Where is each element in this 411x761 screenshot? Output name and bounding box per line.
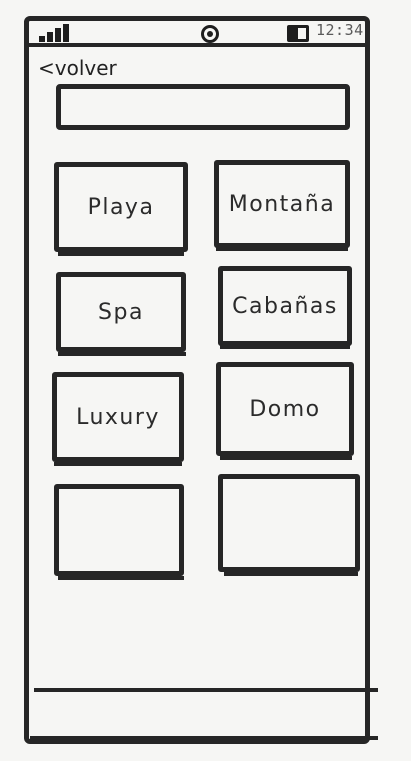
category-tile-cabanas[interactable]: Cabañas: [218, 266, 352, 346]
category-tile-montana[interactable]: Montaña: [214, 160, 350, 248]
category-tile-domo[interactable]: Domo: [216, 362, 354, 456]
tile-shadow: [220, 345, 350, 349]
tile-shadow: [58, 576, 184, 580]
battery-icon: [287, 25, 309, 42]
tile-shadow: [54, 462, 182, 466]
status-divider: [27, 43, 367, 47]
status-bar: 12:34: [29, 19, 365, 43]
category-tile-spa[interactable]: Spa: [56, 272, 186, 352]
category-tile-empty[interactable]: [54, 484, 184, 576]
back-button[interactable]: <volver: [38, 56, 117, 80]
status-time: 12:34: [316, 21, 364, 39]
camera-icon: [201, 25, 219, 43]
tile-shadow: [58, 352, 186, 356]
phone-screen: 12:34 <volver Playa Montaña Spa Cabañas …: [0, 0, 411, 761]
category-tile-empty[interactable]: [218, 474, 360, 572]
tile-shadow: [220, 456, 352, 460]
tile-shadow: [216, 247, 348, 251]
tile-shadow: [224, 572, 358, 576]
tile-shadow: [58, 252, 184, 256]
bottom-bar-divider: [34, 688, 378, 692]
category-tile-luxury[interactable]: Luxury: [52, 372, 184, 462]
signal-bars-icon: [39, 24, 69, 42]
category-tile-playa[interactable]: Playa: [54, 162, 188, 252]
search-input[interactable]: [56, 84, 350, 130]
bottom-bar-divider: [30, 736, 378, 740]
